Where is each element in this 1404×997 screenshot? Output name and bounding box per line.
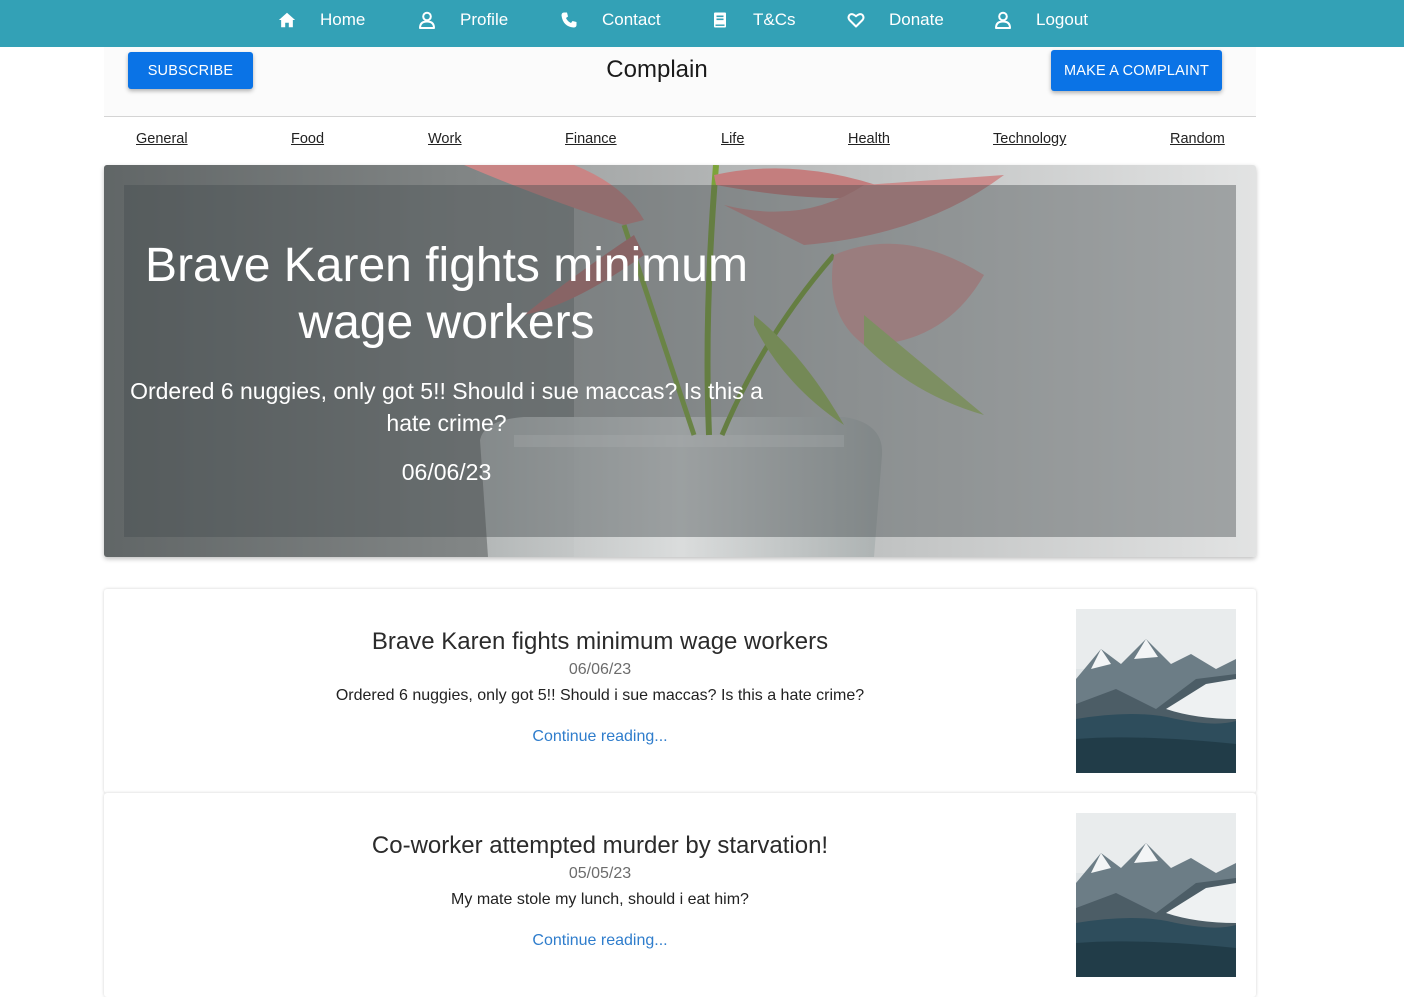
hero-overlay: Brave Karen fights minimum wage workers …	[124, 185, 1236, 537]
category-finance[interactable]: Finance	[565, 131, 617, 147]
post-date: 05/05/23	[568, 865, 632, 882]
category-health[interactable]: Health	[848, 131, 890, 147]
nav-home[interactable]: Home	[278, 0, 365, 40]
make-complaint-button[interactable]: MAKE A COMPLAINT	[1051, 50, 1222, 91]
post-excerpt: Ordered 6 nuggies, only got 5!! Should i…	[335, 687, 865, 704]
site-header: SUBSCRIBE Complain MAKE A COMPLAINT	[104, 47, 1256, 117]
mountain-lake-image	[1076, 609, 1236, 773]
category-food[interactable]: Food	[291, 131, 324, 147]
post-card-body: Brave Karen fights minimum wage workers …	[104, 589, 1096, 746]
nav-terms[interactable]: T&Cs	[711, 0, 796, 40]
nav-profile-label: Profile	[460, 10, 509, 29]
post-card: Co-worker attempted murder by starvation…	[104, 793, 1256, 997]
post-card: Brave Karen fights minimum wage workers …	[104, 589, 1256, 793]
nav-donate-label: Donate	[889, 10, 944, 29]
nav-profile[interactable]: Profile	[418, 0, 508, 40]
nav-logout-label: Logout	[1036, 10, 1088, 29]
post-title[interactable]: Co-worker attempted murder by starvation…	[104, 831, 1096, 861]
user-icon	[418, 11, 436, 29]
hero-text-block: Brave Karen fights minimum wage workers …	[124, 237, 769, 486]
category-general[interactable]: General	[136, 131, 188, 147]
site-title: Complain	[606, 56, 708, 83]
nav-donate[interactable]: Donate	[847, 0, 944, 40]
nav-home-label: Home	[320, 10, 366, 29]
post-card-body: Co-worker attempted murder by starvation…	[104, 793, 1096, 950]
hero-subtitle: Ordered 6 nuggies, only got 5!! Should i…	[130, 378, 763, 436]
heart-icon	[847, 11, 865, 29]
nav-contact[interactable]: Contact	[560, 0, 661, 40]
post-excerpt: My mate stole my lunch, should i eat him…	[451, 891, 749, 908]
post-thumbnail[interactable]	[1076, 813, 1236, 977]
continue-reading-link[interactable]: Continue reading...	[532, 728, 667, 746]
post-thumbnail[interactable]	[1076, 609, 1236, 773]
nav-logout[interactable]: Logout	[994, 0, 1088, 40]
nav-contact-label: Contact	[602, 10, 661, 29]
home-icon	[278, 11, 296, 29]
hero-date: 06/06/23	[401, 459, 492, 485]
book-icon	[711, 11, 729, 29]
top-navbar: Home Profile Contact T&Cs Donate Logout	[0, 0, 1404, 47]
user-icon	[994, 11, 1012, 29]
category-work[interactable]: Work	[428, 131, 462, 147]
featured-post-banner[interactable]: Brave Karen fights minimum wage workers …	[104, 165, 1256, 557]
category-random[interactable]: Random	[1170, 131, 1225, 147]
continue-reading-link[interactable]: Continue reading...	[532, 932, 667, 950]
category-life[interactable]: Life	[721, 131, 744, 147]
phone-icon	[560, 11, 578, 29]
post-title[interactable]: Brave Karen fights minimum wage workers	[104, 627, 1096, 657]
nav-terms-label: T&Cs	[753, 10, 796, 29]
category-technology[interactable]: Technology	[993, 131, 1066, 147]
hero-title: Brave Karen fights minimum wage workers	[145, 239, 748, 349]
post-date: 06/06/23	[568, 661, 632, 678]
mountain-lake-image	[1076, 813, 1236, 977]
